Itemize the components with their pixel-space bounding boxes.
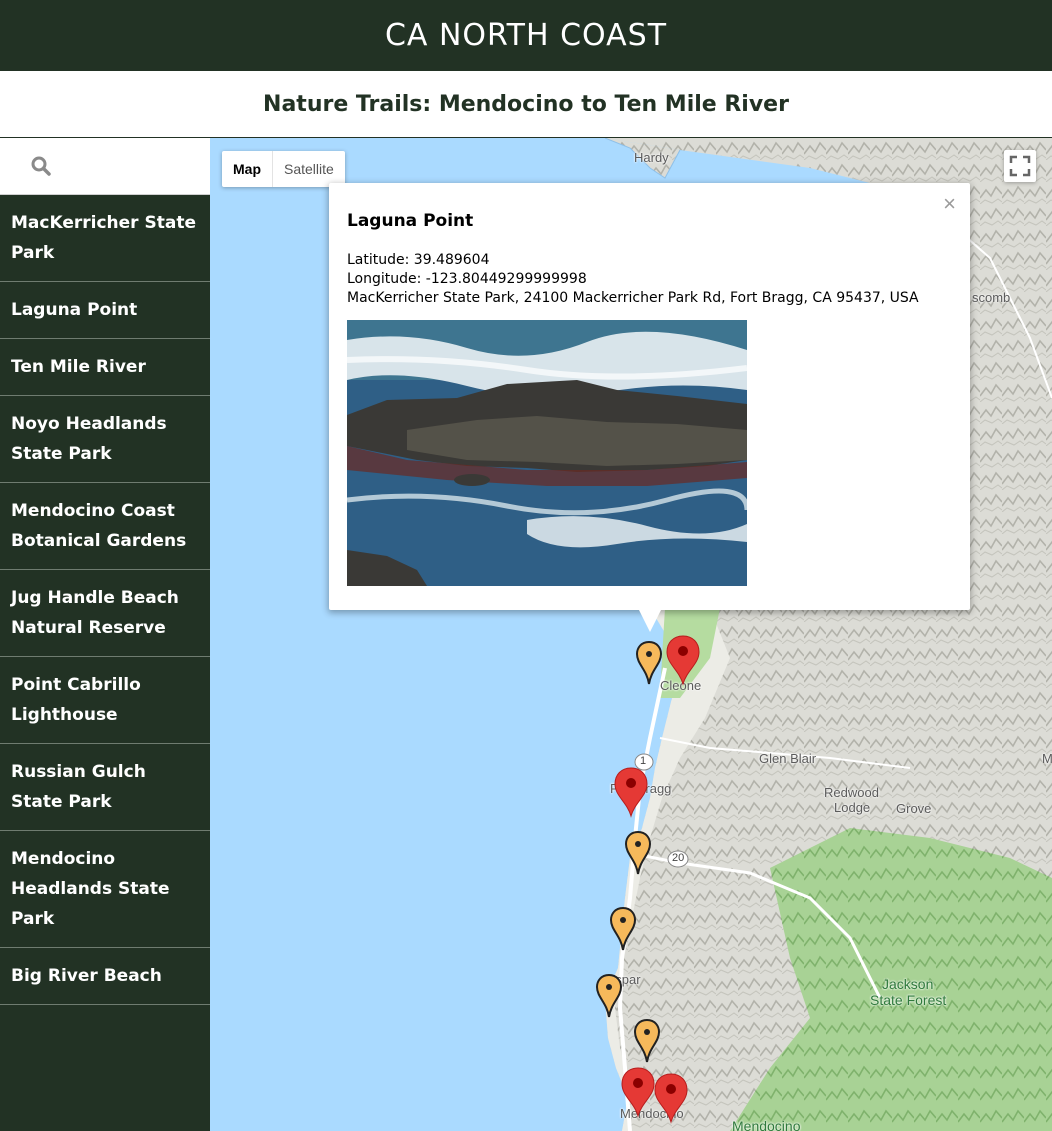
info-window-longitude: Longitude: -123.80449299999998 [347,271,587,287]
info-window-latitude: Latitude: 39.489604 [347,252,490,268]
sidebar-item-mackerricher-state-park[interactable]: MacKerricher State Park [0,195,210,282]
map-canvas[interactable]: Map Satellite Hardy scomb Cleone Glen Bl… [210,138,1052,1131]
map-label-lodge: Lodge [834,800,871,815]
page-subheader: Nature Trails: Mendocino to Ten Mile Riv… [0,71,1052,138]
sidebar-item-point-cabrillo[interactable]: Point Cabrillo Lighthouse [0,657,210,744]
map-label-ma: Ma [1042,751,1052,766]
map-type-map-button[interactable]: Map [222,151,273,187]
search-input[interactable] [60,157,210,175]
sidebar-item-russian-gulch[interactable]: Russian Gulch State Park [0,744,210,831]
search-icon [31,156,51,176]
sidebar-item-botanical-gardens[interactable]: Mendocino Coast Botanical Gardens [0,483,210,570]
marker-orange-pin-icon[interactable] [633,1018,661,1064]
map-type-satellite-button[interactable]: Satellite [273,151,345,187]
sidebar-item-mendocino-headlands[interactable]: Mendocino Headlands State Park [0,831,210,948]
marker-orange-pin-icon[interactable] [624,830,652,876]
map-label-grove: Grove [896,801,932,816]
map-label-redwood: Redwood [824,785,879,800]
search-box [0,138,210,195]
sidebar-item-jug-handle[interactable]: Jug Handle Beach Natural Reserve [0,570,210,657]
map-label-glen-blair: Glen Blair [759,751,817,766]
marker-red-pin-icon[interactable] [620,1066,656,1118]
sidebar: MacKerricher State Park Laguna Point Ten… [0,138,210,1131]
marker-orange-pin-icon[interactable] [635,640,663,686]
page-title: Nature Trails: Mendocino to Ten Mile Riv… [263,91,789,117]
marker-red-pin-icon[interactable] [613,766,649,818]
location-list: MacKerricher State Park Laguna Point Ten… [0,195,210,1005]
route-20-label: 20 [672,852,685,864]
close-icon[interactable]: × [943,191,956,217]
sidebar-item-laguna-point[interactable]: Laguna Point [0,282,210,339]
location-photo [346,320,750,586]
info-window-pointer [639,610,661,632]
info-window-title: Laguna Point [347,211,474,231]
map-label-mendocino-forest: Mendocino [732,1118,801,1131]
app-title: CA NORTH COAST [384,18,668,53]
sidebar-item-ten-mile-river[interactable]: Ten Mile River [0,339,210,396]
marker-orange-pin-icon[interactable] [595,973,623,1019]
sidebar-item-noyo-headlands[interactable]: Noyo Headlands State Park [0,396,210,483]
map-label-state-forest: State Forest [870,992,947,1008]
info-window-address: MacKerricher State Park, 24100 Mackerric… [347,290,919,306]
map-label-jackson: Jackson [882,976,934,992]
map-label-hardy: Hardy [634,150,669,165]
marker-red-pin-icon[interactable] [653,1072,689,1124]
sidebar-item-big-river-beach[interactable]: Big River Beach [0,948,210,1005]
map-type-control: Map Satellite [222,151,345,187]
map-label-scomb: scomb [972,290,1011,305]
marker-orange-pin-icon[interactable] [609,906,637,952]
fullscreen-button[interactable] [1004,150,1036,182]
app-header: CA NORTH COAST [0,0,1052,71]
fullscreen-icon [1009,155,1031,177]
marker-red-pin-icon[interactable] [665,634,701,686]
info-window: × Laguna Point Latitude: 39.489604 Longi… [329,183,970,632]
